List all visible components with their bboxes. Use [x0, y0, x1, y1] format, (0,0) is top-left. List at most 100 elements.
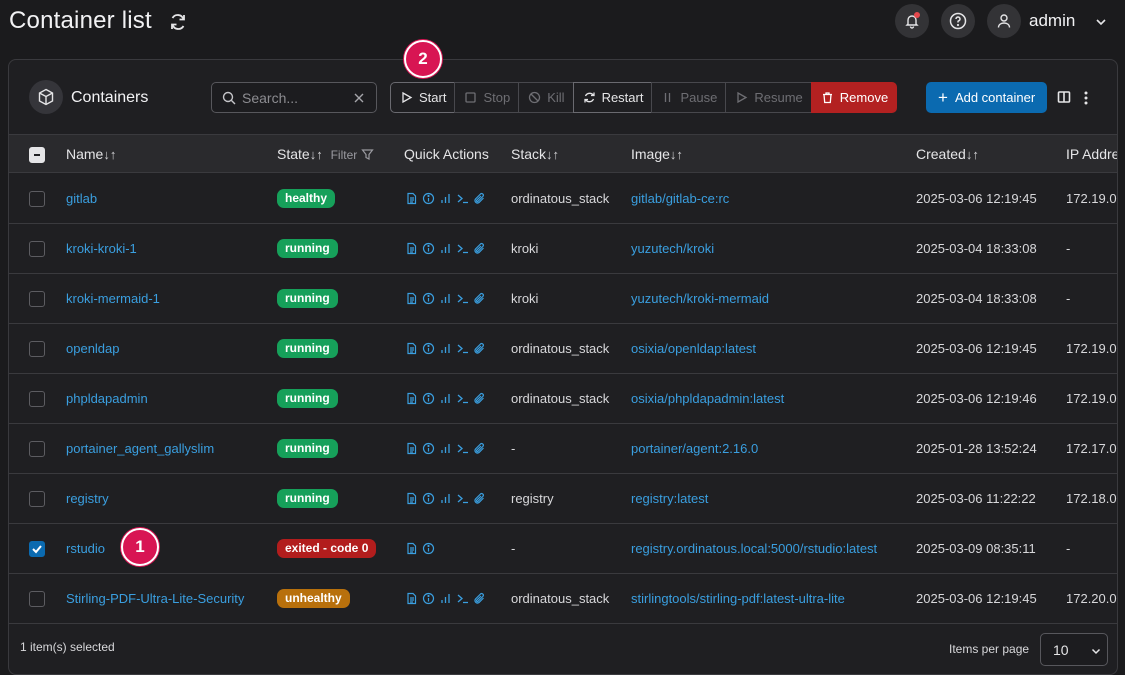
row-checkbox[interactable] [29, 591, 45, 607]
inspect-icon[interactable] [422, 342, 435, 355]
container-name-link[interactable]: rstudio [66, 541, 105, 556]
logs-icon[interactable] [405, 392, 418, 405]
attach-icon[interactable] [473, 242, 486, 255]
image-link[interactable]: registry.ordinatous.local:5000/rstudio:l… [631, 541, 877, 556]
image-link[interactable]: osixia/openldap:latest [631, 341, 756, 356]
notifications-button[interactable] [895, 4, 929, 38]
console-icon[interactable] [456, 392, 469, 405]
inspect-icon[interactable] [422, 542, 435, 555]
help-button[interactable] [941, 4, 975, 38]
container-name-link[interactable]: phpldapadmin [66, 391, 148, 406]
container-name-link[interactable]: portainer_agent_gallyslim [66, 441, 214, 456]
stats-icon[interactable] [439, 492, 452, 505]
inspect-icon[interactable] [422, 592, 435, 605]
row-checkbox[interactable] [29, 491, 45, 507]
container-name-link[interactable]: kroki-kroki-1 [66, 241, 137, 256]
attach-icon[interactable] [473, 292, 486, 305]
console-icon[interactable] [456, 292, 469, 305]
image-link[interactable]: yuzutech/kroki-mermaid [631, 291, 769, 306]
image-link[interactable]: yuzutech/kroki [631, 241, 714, 256]
inspect-icon[interactable] [422, 442, 435, 455]
row-checkbox[interactable] [29, 241, 45, 257]
row-checkbox[interactable] [29, 341, 45, 357]
inspect-icon[interactable] [422, 192, 435, 205]
console-icon[interactable] [456, 442, 469, 455]
restart-button[interactable]: Restart [572, 82, 652, 113]
attach-icon[interactable] [473, 342, 486, 355]
inspect-icon[interactable] [422, 242, 435, 255]
logs-icon[interactable] [405, 342, 418, 355]
container-name-link[interactable]: registry [66, 491, 109, 506]
state-filter[interactable]: Filter [331, 148, 374, 162]
container-name-link[interactable]: Stirling-PDF-Ultra-Lite-Security [66, 591, 244, 606]
logs-icon[interactable] [405, 192, 418, 205]
container-name-link[interactable]: kroki-mermaid-1 [66, 291, 160, 306]
pause-button[interactable]: Pause [651, 82, 726, 113]
attach-icon[interactable] [473, 442, 486, 455]
console-icon[interactable] [456, 192, 469, 205]
row-checkbox[interactable] [29, 541, 45, 557]
chevron-down-icon[interactable] [1094, 15, 1108, 29]
column-header-name[interactable]: Name↓↑ [66, 146, 116, 162]
kill-button[interactable]: Kill [518, 82, 573, 113]
logs-icon[interactable] [405, 442, 418, 455]
attach-icon[interactable] [473, 392, 486, 405]
stats-icon[interactable] [439, 592, 452, 605]
quick-actions [405, 492, 486, 505]
remove-button[interactable]: Remove [810, 82, 898, 113]
start-button[interactable]: Start [390, 82, 455, 113]
column-header-created[interactable]: Created↓↑ [916, 146, 979, 162]
refresh-icon[interactable] [168, 12, 188, 32]
attach-icon[interactable] [473, 492, 486, 505]
state-badge: healthy [277, 189, 336, 208]
image-link[interactable]: portainer/agent:2.16.0 [631, 441, 758, 456]
inspect-icon[interactable] [422, 392, 435, 405]
container-name-link[interactable]: openldap [66, 341, 120, 356]
created-cell: 2025-03-06 11:22:22 [916, 491, 1036, 506]
inspect-icon[interactable] [422, 492, 435, 505]
column-header-image[interactable]: Image↓↑ [631, 146, 683, 162]
image-link[interactable]: registry:latest [631, 491, 708, 506]
console-icon[interactable] [456, 342, 469, 355]
select-all-checkbox[interactable] [29, 147, 45, 163]
logs-icon[interactable] [405, 592, 418, 605]
row-checkbox[interactable] [29, 191, 45, 207]
stats-icon[interactable] [439, 392, 452, 405]
console-icon[interactable] [456, 242, 469, 255]
image-link[interactable]: osixia/phpldapadmin:latest [631, 391, 784, 406]
search-input[interactable] [242, 87, 347, 109]
stats-icon[interactable] [439, 242, 452, 255]
add-container-button[interactable]: + Add container [926, 82, 1047, 113]
stats-icon[interactable] [439, 442, 452, 455]
attach-icon[interactable] [473, 192, 486, 205]
stop-button[interactable]: Stop [454, 82, 519, 113]
stats-icon[interactable] [439, 342, 452, 355]
console-icon[interactable] [456, 592, 469, 605]
clear-icon[interactable] [353, 92, 365, 104]
stats-icon[interactable] [439, 192, 452, 205]
logs-icon[interactable] [405, 242, 418, 255]
user-avatar[interactable] [987, 4, 1021, 38]
column-header-ip-address[interactable]: IP Addre [1066, 146, 1117, 162]
logs-icon[interactable] [405, 492, 418, 505]
column-header-state[interactable]: State↓↑ Filter [277, 146, 374, 162]
logs-icon[interactable] [405, 542, 418, 555]
row-checkbox[interactable] [29, 441, 45, 457]
state-badge: running [277, 239, 338, 258]
container-name-link[interactable]: gitlab [66, 191, 97, 206]
row-checkbox[interactable] [29, 391, 45, 407]
inspect-icon[interactable] [422, 292, 435, 305]
stats-icon[interactable] [439, 292, 452, 305]
logs-icon[interactable] [405, 292, 418, 305]
attach-icon[interactable] [473, 592, 486, 605]
resume-button[interactable]: Resume [725, 82, 811, 113]
items-per-page-select[interactable]: 10 [1040, 633, 1108, 666]
row-checkbox[interactable] [29, 291, 45, 307]
more-options-icon[interactable] [1081, 90, 1091, 106]
column-header-stack[interactable]: Stack↓↑ [511, 146, 559, 162]
username[interactable]: admin [1029, 11, 1075, 31]
columns-icon[interactable] [1057, 90, 1071, 104]
console-icon[interactable] [456, 492, 469, 505]
image-link[interactable]: gitlab/gitlab-ce:rc [631, 191, 729, 206]
image-link[interactable]: stirlingtools/stirling-pdf:latest-ultra-… [631, 591, 845, 606]
